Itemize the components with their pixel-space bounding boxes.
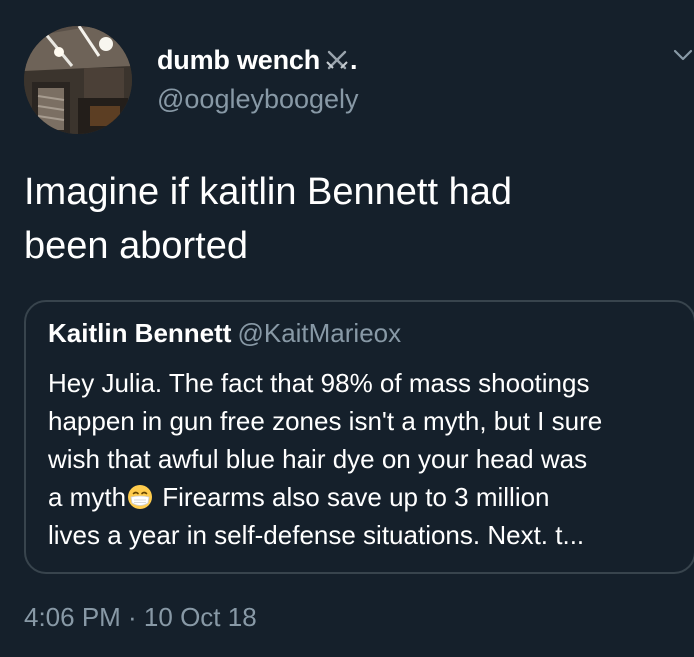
face-with-medical-mask-icon [127, 482, 153, 509]
chevron-down-icon[interactable] [672, 44, 694, 66]
tweet: dumb wench . @oogleyboogely Imagine if k… [0, 0, 694, 657]
quoted-text-line: a myth Firearms also save up to 3 millio… [48, 478, 678, 516]
tweet-text-line: been aborted [24, 225, 248, 267]
quoted-text-line: lives a year in self-defense situations.… [48, 520, 585, 550]
quoted-tweet-header: Kaitlin Bennett @KaitMarieox [48, 318, 401, 349]
tweet-text: Imagine if kaitlin Bennett had been abor… [24, 165, 664, 273]
quoted-text-line: happen in gun free zones isn't a myth, b… [48, 406, 603, 436]
quoted-text-fragment: a myth [48, 482, 127, 512]
timestamp[interactable]: 4:06 PM · 10 Oct 18 [24, 602, 257, 633]
display-name-row[interactable]: dumb wench . [157, 43, 358, 77]
tweet-text-line: Imagine if kaitlin Bennett had [24, 171, 512, 213]
quoted-author-name: Kaitlin Bennett [48, 318, 232, 348]
author-handle[interactable]: @oogleyboogely [157, 84, 359, 115]
display-name-suffix: . [350, 44, 358, 75]
crossed-swords-icon [324, 47, 350, 73]
quoted-tweet[interactable]: Kaitlin Bennett @KaitMarieox Hey Julia. T… [24, 300, 694, 574]
avatar-image [24, 26, 132, 134]
quoted-text-fragment: Firearms also save up to 3 million [155, 482, 550, 512]
quoted-text-line: Hey Julia. The fact that 98% of mass sho… [48, 368, 590, 398]
quoted-tweet-text: Hey Julia. The fact that 98% of mass sho… [48, 364, 678, 554]
avatar[interactable] [24, 26, 132, 134]
display-name[interactable]: dumb wench [157, 45, 320, 76]
quoted-text-line: wish that awful blue hair dye on your he… [48, 444, 588, 474]
quoted-author-handle: @KaitMarieox [237, 318, 402, 348]
